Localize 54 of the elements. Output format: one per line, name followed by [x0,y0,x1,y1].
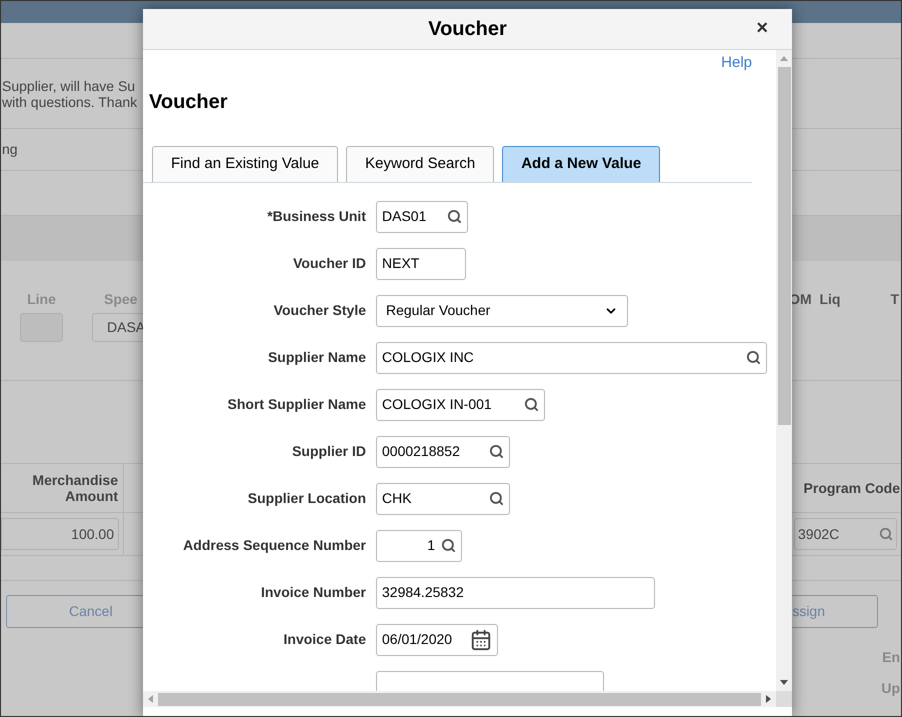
date-field[interactable]: 06/01/2020 [376,624,498,656]
vertical-scrollbar[interactable] [776,50,792,691]
dropdown-field[interactable]: Regular Voucher [376,294,628,326]
dialog-title: Voucher [428,17,507,42]
field-label: *Business Unit [266,207,366,226]
side-label: En [882,648,900,667]
field-label: Supplier Location [246,489,366,508]
field-label: Voucher ID [292,254,366,273]
help-link[interactable]: Help [721,52,752,74]
field-label: Invoice Number [260,583,366,602]
input-field[interactable]: NEXT [376,248,466,280]
column-label: T [890,290,899,309]
message-text: Supplier, will have Su [2,78,136,94]
prompt-field[interactable]: 0000218852 [376,436,510,468]
input-field[interactable]: 32984.25832 [376,576,655,608]
program-code-field[interactable]: 3902C [794,518,897,550]
search-icon[interactable] [447,209,462,224]
calendar-icon[interactable] [470,628,492,650]
message-text: with questions. Thank [2,94,138,110]
page-heading: Voucher [149,90,228,112]
merchandise-amount-field[interactable]: 100.00 [1,518,119,550]
merchandise-amount-header: Merchandise Amount [31,472,118,504]
tab[interactable]: Add a New Value [502,146,660,182]
status-text: ng [2,140,18,159]
speed-label: Spee [103,290,138,309]
field-label: Short Supplier Name [226,395,366,414]
prompt-field[interactable]: COLOGIX INC [376,342,767,374]
field-label: Supplier ID [291,442,366,461]
search-icon[interactable] [441,538,456,553]
field-label: Address Sequence Number [182,536,366,555]
search-icon[interactable] [746,350,761,365]
scrollbar-corner [776,691,792,707]
field-label: Voucher Style [272,301,366,320]
close-button[interactable]: × [756,17,768,39]
field-label: Invoice Date [282,630,366,649]
program-code-header: Program Code [804,478,900,498]
search-icon[interactable] [489,491,504,506]
tab[interactable]: Find an Existing Value [152,146,338,182]
scroll-down-icon[interactable] [780,680,788,685]
scroll-thumb[interactable] [158,692,761,706]
tab[interactable]: Keyword Search [346,146,494,182]
scroll-thumb[interactable] [778,67,790,425]
prompt-field[interactable]: COLOGIX IN-001 [376,388,545,420]
scroll-right-icon[interactable] [766,695,771,703]
line-label: Line [27,290,56,309]
prompt-field[interactable]: 1 [376,530,462,562]
search-icon[interactable] [489,444,504,459]
field-label: Supplier Name [266,348,366,367]
search-icon[interactable] [524,397,539,412]
horizontal-scrollbar[interactable] [143,691,776,707]
line-field [20,313,63,342]
prompt-field[interactable]: CHK [376,482,510,514]
side-label: Up [881,679,900,698]
prompt-field[interactable]: DAS01 [376,200,468,232]
